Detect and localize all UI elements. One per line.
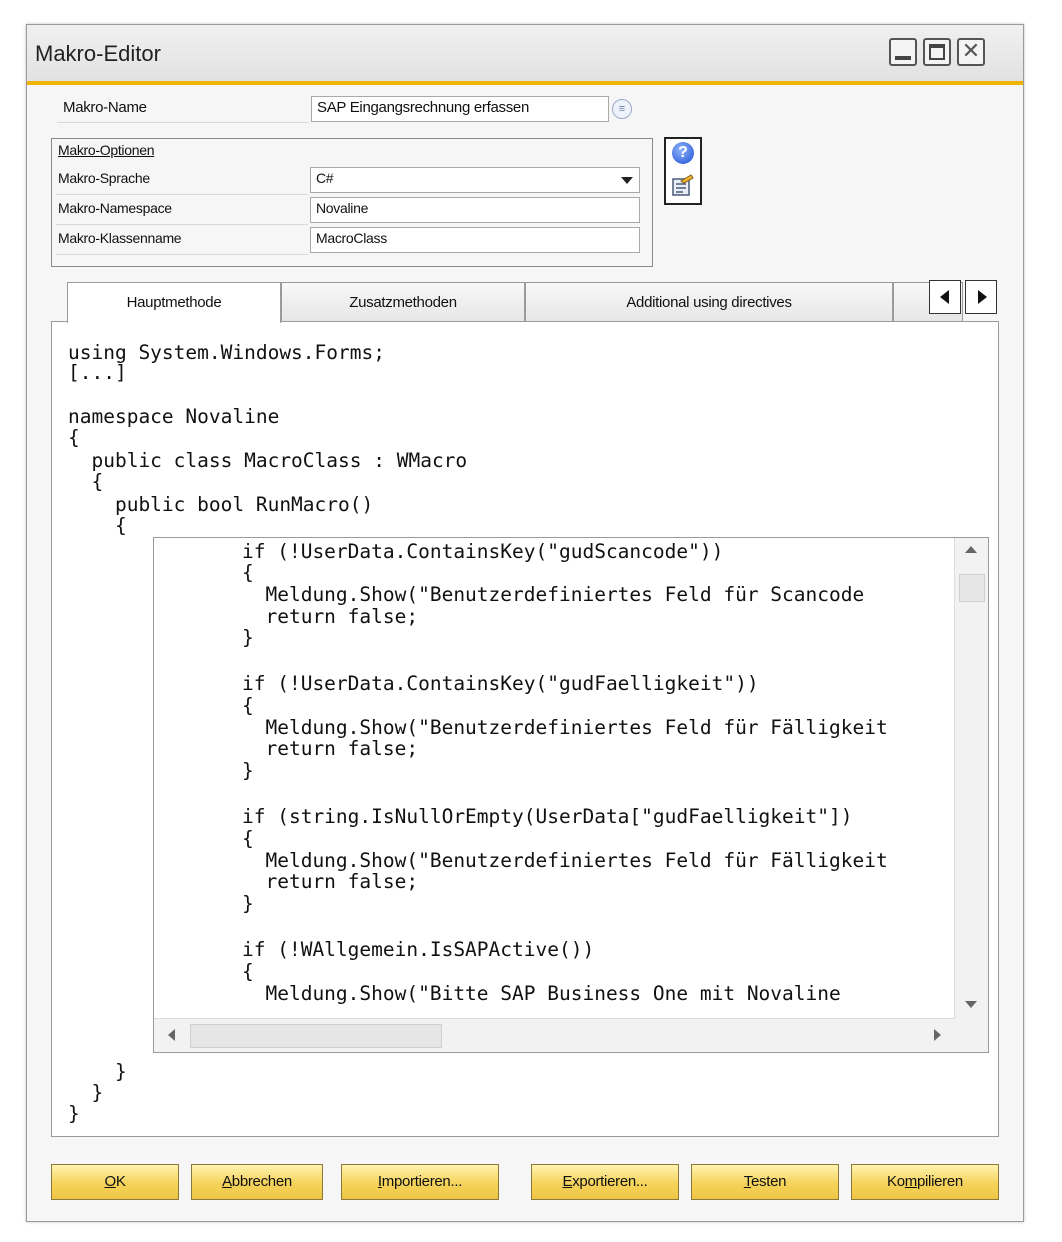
horizontal-scrollbar[interactable] <box>154 1018 955 1052</box>
compile-mnemonic: m <box>904 1173 918 1190</box>
export-mnemonic: E <box>562 1173 573 1190</box>
divider <box>56 194 308 195</box>
ok-button[interactable]: OK <box>51 1164 179 1200</box>
code-line: return false; <box>242 605 419 628</box>
code-line: if (!UserData.ContainsKey("gudFaelligkei… <box>242 672 759 695</box>
vertical-scrollbar[interactable] <box>954 538 988 1020</box>
tab-scroll-left-button[interactable] <box>929 280 961 314</box>
code-line: { <box>68 470 104 493</box>
code-editor[interactable]: if (!UserData.ContainsKey("gudScancode")… <box>153 537 989 1053</box>
code-line: Meldung.Show("Benutzerdefiniertes Feld f… <box>242 849 888 872</box>
ok-mnemonic: O <box>104 1173 116 1190</box>
code-line: { <box>242 827 254 850</box>
tab-additional-using-directives[interactable]: Additional using directives <box>525 282 893 322</box>
code-line: } <box>242 759 254 782</box>
macro-name-field[interactable]: SAP Eingangsrechnung erfassen <box>311 96 609 122</box>
cancel-mnemonic: A <box>222 1173 232 1190</box>
code-line: Meldung.Show("Benutzerdefiniertes Feld f… <box>242 716 888 739</box>
scroll-left-icon[interactable] <box>168 1029 175 1041</box>
import-label: mportieren... <box>381 1173 463 1190</box>
code-line: return false; <box>242 737 419 760</box>
test-mnemonic: T <box>743 1173 752 1190</box>
code-line: } <box>242 626 254 649</box>
maximize-icon[interactable] <box>923 38 951 66</box>
help-icon: ? <box>672 142 694 164</box>
cancel-button[interactable]: Abbrechen <box>191 1164 323 1200</box>
properties-icon <box>672 174 694 196</box>
divider <box>56 224 308 225</box>
minimize-icon[interactable] <box>889 38 917 66</box>
compile-label-pre: Ko <box>887 1173 905 1190</box>
macro-language-select[interactable]: C# <box>310 167 640 193</box>
code-line: { <box>242 694 254 717</box>
code-line: return false; <box>242 870 419 893</box>
code-line: public bool RunMacro() <box>68 493 374 516</box>
arrow-right-icon <box>978 290 987 304</box>
code-line: if (string.IsNullOrEmpty(UserData["gudFa… <box>242 805 853 828</box>
code-line: if (!UserData.ContainsKey("gudScancode")… <box>242 540 724 563</box>
code-line: { <box>242 960 254 983</box>
code-line: { <box>68 426 80 449</box>
code-line: } <box>68 1081 104 1104</box>
export-label: xportieren... <box>572 1173 648 1190</box>
macro-language-label: Makro-Sprache <box>58 170 150 186</box>
macro-namespace-field[interactable]: Novaline <box>310 197 640 223</box>
title-bar[interactable]: Makro-Editor ✕ <box>27 25 1023 85</box>
divider <box>57 122 309 123</box>
tab-zusatzmethoden[interactable]: Zusatzmethoden <box>281 282 525 322</box>
window-title: Makro-Editor <box>35 41 161 66</box>
compile-label: pilieren <box>916 1173 963 1190</box>
macro-editor-window: Makro-Editor ✕ Makro-Name SAP Eingangsre… <box>26 24 1024 1222</box>
code-line: Meldung.Show("Benutzerdefiniertes Feld f… <box>242 583 865 606</box>
code-line: namespace Novaline <box>68 405 280 428</box>
code-line: if (!WAllgemein.IsSAPActive()) <box>242 938 595 961</box>
vertical-scroll-thumb[interactable] <box>959 574 985 602</box>
code-line: Meldung.Show("Bitte SAP Business One mit… <box>242 982 841 1005</box>
code-line: { <box>242 561 254 584</box>
horizontal-scroll-thumb[interactable] <box>190 1024 442 1048</box>
macro-options-group: Makro-Optionen Makro-Sprache C# Makro-Na… <box>51 138 653 267</box>
macro-options-title: Makro-Optionen <box>58 142 155 158</box>
macro-namespace-label: Makro-Namespace <box>58 200 172 216</box>
scroll-up-icon[interactable] <box>965 546 977 553</box>
tab-scroll-right-button[interactable] <box>965 280 997 314</box>
ok-label: K <box>115 1173 126 1190</box>
compile-button[interactable]: Kompilieren <box>851 1164 999 1200</box>
divider <box>56 254 308 255</box>
export-button[interactable]: Exportieren... <box>531 1164 679 1200</box>
code-line: [...] <box>68 361 127 384</box>
tab-hauptmethode[interactable]: Hauptmethode <box>67 282 281 323</box>
dropdown-arrow-icon[interactable] <box>621 177 633 184</box>
code-line: } <box>242 892 254 915</box>
macro-classname-label: Makro-Klassenname <box>58 230 182 246</box>
close-icon[interactable]: ✕ <box>957 38 985 66</box>
scroll-right-icon[interactable] <box>934 1029 941 1041</box>
macro-language-value: C# <box>316 170 334 186</box>
macro-name-label: Makro-Name <box>63 99 147 116</box>
cancel-label: bbrechen <box>231 1173 292 1190</box>
code-line: { <box>68 514 127 537</box>
scrollbar-corner <box>955 1019 988 1052</box>
code-line: } <box>68 1102 80 1125</box>
test-label: esten <box>751 1173 787 1190</box>
test-button[interactable]: Testen <box>691 1164 839 1200</box>
list-icon[interactable]: ≡ <box>612 99 632 119</box>
arrow-left-icon <box>940 290 949 304</box>
code-line: } <box>68 1060 127 1083</box>
macro-classname-field[interactable]: MacroClass <box>310 227 640 253</box>
code-line: public class MacroClass : WMacro <box>68 449 468 472</box>
help-button[interactable]: ? <box>664 137 702 205</box>
scroll-down-icon[interactable] <box>965 1001 977 1008</box>
import-button[interactable]: Importieren... <box>341 1164 499 1200</box>
